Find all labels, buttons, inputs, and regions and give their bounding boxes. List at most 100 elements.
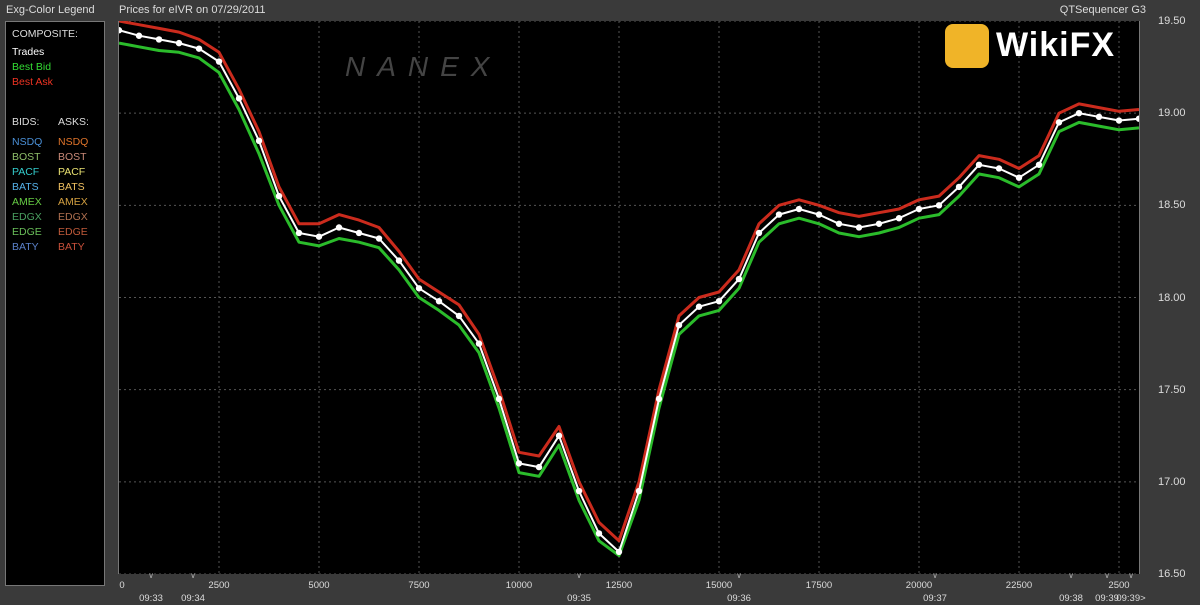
time-marker-icon: ∨ [190, 571, 196, 580]
y-tick-label: 19.00 [1158, 107, 1186, 120]
trade-point [595, 530, 603, 537]
trade-point [195, 45, 203, 52]
legend-ask-nsdq: NSDQ [58, 136, 89, 148]
trade-point [135, 32, 143, 39]
legend-composite-best-bid: Best Bid [12, 61, 52, 73]
trade-point [635, 487, 643, 495]
legend-bid-bats: BATS [12, 181, 39, 193]
app-name: QTSequencer G3 [1059, 4, 1146, 16]
x-tick-label: 2500 [1108, 580, 1130, 591]
time-label: 09:39 [1095, 593, 1119, 604]
legend-ask-edge: EDGE [58, 226, 88, 238]
trade-point [715, 297, 723, 305]
trade-point [235, 95, 243, 102]
legend-composite-trades: Trades [12, 46, 45, 58]
price-chart-svg [119, 21, 1139, 574]
trade-point [295, 229, 303, 237]
trade-point [1035, 161, 1043, 168]
trade-point [735, 275, 743, 283]
wikifx-watermark: WikiFX [996, 26, 1116, 64]
trade-point [119, 27, 123, 34]
time-marker-icon: ∨ [1104, 571, 1110, 580]
legend-ask-bost: BOST [58, 151, 87, 163]
trade-point [1135, 115, 1139, 122]
x-tick-label: 20000 [905, 580, 933, 591]
y-tick-label: 18.50 [1158, 199, 1186, 212]
trade-point [475, 340, 483, 347]
legend-bid-edgx: EDGX [12, 211, 42, 223]
y-tick-label: 17.50 [1158, 383, 1186, 396]
series-line-best-bid [119, 41, 1139, 558]
trade-point [995, 165, 1003, 172]
asks-label: ASKS: [58, 116, 89, 128]
trade-point [455, 312, 463, 320]
time-label: 09:39> [1116, 593, 1146, 604]
time-marker-icon: ∨ [148, 571, 154, 580]
trade-point [775, 211, 783, 218]
legend-composite-best-ask: Best Ask [12, 76, 53, 88]
time-label: 09:37 [923, 593, 947, 604]
trade-point [1095, 113, 1103, 121]
time-label: 09:36 [727, 593, 751, 604]
composite-label: COMPOSITE: [12, 28, 78, 40]
price-chart-plot[interactable]: NANEX [118, 21, 1140, 574]
trade-point [375, 235, 383, 242]
x-tick-label: 22500 [1005, 580, 1033, 591]
trade-point [1055, 119, 1063, 126]
trade-point [935, 202, 943, 209]
x-axis: 0 2500 5000 7500 10000 12500 15000 17500 20000 22… [0, 571, 1200, 605]
trade-point [835, 220, 843, 227]
trade-point [495, 395, 503, 403]
trade-point [755, 229, 763, 237]
wikifx-logo-icon [945, 24, 989, 68]
trade-point [575, 487, 583, 495]
legend-ask-bats: BATS [58, 181, 85, 193]
trade-point [895, 215, 903, 222]
title-bar: Exg-Color Legend Prices for eIVR on 07/2… [0, 0, 1200, 20]
trade-point [1015, 174, 1023, 181]
legend-ask-edgx: EDGX [58, 211, 88, 223]
legend-ask-pacf: PACF [58, 166, 86, 178]
trade-point [215, 58, 223, 65]
time-label: 09:33 [139, 593, 163, 604]
time-label: 09:38 [1059, 593, 1083, 604]
trade-point [1075, 109, 1083, 117]
trade-point [275, 192, 283, 200]
trade-point [155, 36, 163, 43]
legend-bid-nsdq: NSDQ [12, 136, 43, 148]
chart-title: Prices for eIVR on 07/29/2011 [119, 4, 266, 16]
legend-bid-amex: AMEX [12, 196, 42, 208]
legend-bid-edge: EDGE [12, 226, 42, 238]
x-tick-label: 12500 [605, 580, 633, 591]
legend-title: Exg-Color Legend [6, 4, 95, 16]
trade-point [355, 229, 363, 237]
legend-ask-baty: BATY [58, 241, 85, 253]
trade-point [535, 463, 543, 471]
legend-bid-baty: BATY [12, 241, 39, 253]
time-label: 09:34 [181, 593, 205, 604]
trade-point [915, 205, 923, 213]
time-marker-icon: ∨ [576, 571, 582, 580]
trade-point [335, 224, 343, 231]
trade-point [395, 257, 403, 264]
trade-point [955, 183, 963, 191]
trade-point [695, 303, 703, 310]
time-marker-icon: ∨ [736, 571, 742, 580]
nanex-watermark: NANEX [345, 51, 502, 82]
x-tick-label: 5000 [308, 580, 330, 591]
exchange-color-legend: COMPOSITE: Trades Best Bid Best Ask BIDS: … [5, 21, 105, 586]
trade-point [815, 211, 823, 218]
x-tick-label: 7500 [408, 580, 430, 591]
trade-point [875, 220, 883, 227]
y-tick-label: 19.50 [1158, 15, 1186, 27]
trade-point [255, 137, 263, 145]
trade-point [1115, 117, 1123, 124]
x-tick-label: 10000 [505, 580, 533, 591]
x-tick-label: 17500 [805, 580, 833, 591]
y-tick-label: 17.00 [1158, 475, 1186, 488]
trade-point [975, 161, 983, 168]
trade-point [855, 224, 863, 231]
x-tick-label: 2500 [208, 580, 230, 591]
trade-point [175, 39, 183, 47]
y-tick-label: 18.00 [1158, 291, 1186, 304]
